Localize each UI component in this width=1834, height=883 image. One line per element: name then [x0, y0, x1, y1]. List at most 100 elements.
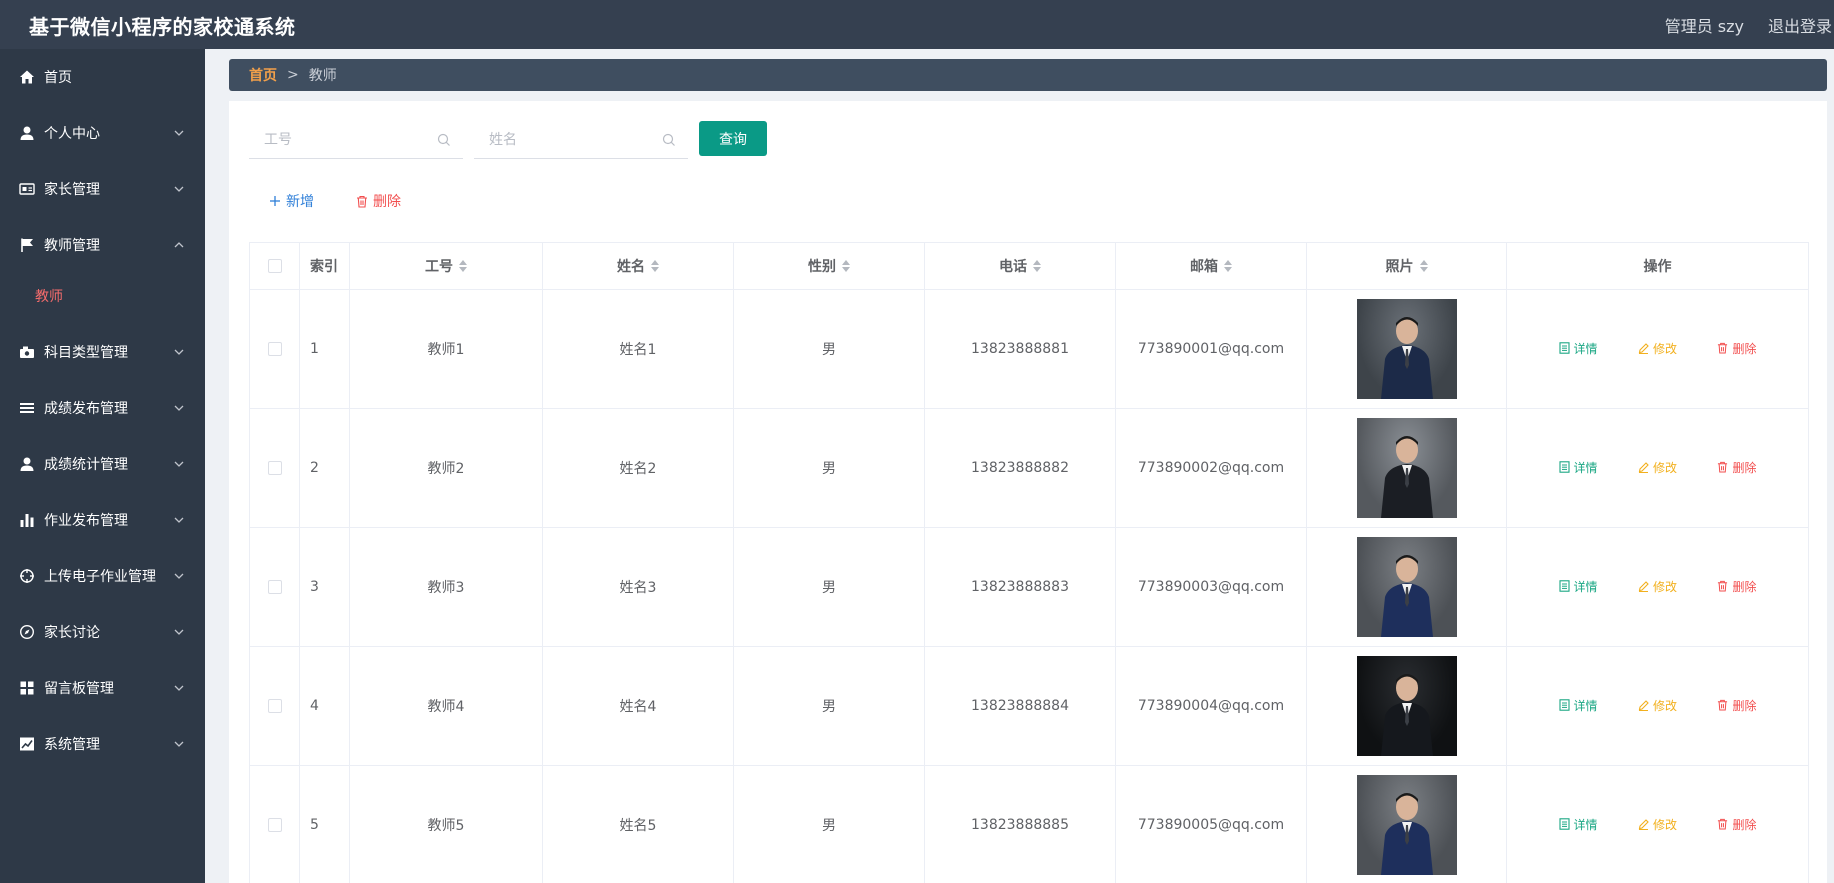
user-icon	[19, 456, 35, 472]
cell-email: 773890001@qq.com	[1115, 289, 1307, 409]
chevron-down-icon	[174, 461, 184, 467]
select-all-checkbox[interactable]	[267, 259, 282, 273]
row-delete-button[interactable]: 删除	[1717, 340, 1756, 357]
teacher-photo[interactable]	[1356, 537, 1457, 637]
sort-icon[interactable]	[1224, 260, 1232, 272]
header-select-all	[249, 242, 300, 290]
search-icon	[662, 133, 675, 146]
trend-chart-icon	[19, 736, 35, 752]
add-button-label: 新增	[286, 194, 314, 210]
teacher-photo[interactable]	[1356, 775, 1457, 875]
row-delete-button[interactable]: 删除	[1717, 459, 1756, 476]
chevron-down-icon	[174, 130, 184, 136]
id-search-input[interactable]	[249, 121, 439, 159]
cell-ops: 详情 修改 删除	[1506, 408, 1809, 528]
row-checkbox[interactable]	[267, 818, 282, 832]
header-phone[interactable]: 电话	[924, 242, 1116, 290]
delete-label: 删除	[1732, 817, 1757, 832]
sidebar-item-label: 成绩发布管理	[44, 401, 128, 417]
sort-icon[interactable]	[1033, 260, 1041, 272]
breadcrumb-home[interactable]: 首页	[249, 65, 277, 85]
sort-icon[interactable]	[1419, 260, 1428, 272]
sort-icon[interactable]	[651, 260, 659, 272]
add-button[interactable]: 新增	[269, 191, 314, 211]
table-row: 2 教师2 姓名2 男 13823888882 773890002@qq.com	[249, 408, 1809, 528]
document-icon	[1558, 818, 1570, 830]
main-panel: 查询 新增 删除 索引 工号 姓名 性别 电话	[229, 101, 1827, 883]
chevron-down-icon	[174, 629, 184, 635]
detail-button[interactable]: 详情	[1558, 340, 1598, 357]
sidebar-item-score-publish[interactable]: 成绩发布管理	[0, 380, 205, 436]
detail-label: 详情	[1573, 579, 1598, 594]
row-select-cell	[249, 408, 300, 528]
sort-icon[interactable]	[842, 260, 850, 272]
batch-delete-button[interactable]: 删除	[356, 191, 401, 211]
document-icon	[1558, 699, 1570, 711]
detail-label: 详情	[1573, 817, 1598, 832]
grid-icon	[19, 680, 35, 696]
sort-icon[interactable]	[459, 260, 467, 272]
table-row: 4 教师4 姓名4 男 13823888884 773890004@qq.com	[249, 646, 1809, 766]
detail-button[interactable]: 详情	[1558, 578, 1598, 595]
sidebar-item-home[interactable]: 首页	[0, 49, 205, 105]
trash-icon	[1718, 462, 1728, 473]
cell-phone: 13823888885	[924, 765, 1116, 883]
compass-icon	[19, 624, 35, 640]
sidebar-item-homework-publish[interactable]: 作业发布管理	[0, 492, 205, 548]
teacher-photo[interactable]	[1356, 418, 1457, 518]
query-button[interactable]: 查询	[699, 121, 767, 156]
sidebar-item-upload-homework[interactable]: 上传电子作业管理	[0, 548, 205, 604]
edit-label: 修改	[1652, 699, 1677, 714]
header-email[interactable]: 邮箱	[1115, 242, 1307, 290]
edit-button[interactable]: 修改	[1638, 578, 1677, 595]
row-checkbox[interactable]	[267, 461, 282, 475]
teacher-photo[interactable]	[1356, 656, 1457, 756]
delete-label: 删除	[1732, 341, 1757, 356]
edit-button[interactable]: 修改	[1638, 340, 1677, 357]
row-delete-button[interactable]: 删除	[1717, 578, 1756, 595]
row-checkbox[interactable]	[267, 699, 282, 713]
row-delete-button[interactable]: 删除	[1717, 816, 1756, 833]
detail-button[interactable]: 详情	[1558, 697, 1598, 714]
edit-button[interactable]: 修改	[1638, 697, 1677, 714]
row-select-cell	[249, 765, 300, 883]
cell-gender: 男	[733, 408, 925, 528]
sidebar-item-score-statistics[interactable]: 成绩统计管理	[0, 436, 205, 492]
sidebar-item-system-management[interactable]: 系统管理	[0, 716, 205, 772]
cell-photo	[1306, 646, 1507, 766]
header-name[interactable]: 姓名	[542, 242, 734, 290]
sidebar-item-personal-center[interactable]: 个人中心	[0, 105, 205, 161]
header-gender[interactable]: 性别	[733, 242, 925, 290]
document-icon	[1558, 461, 1570, 473]
detail-button[interactable]: 详情	[1558, 459, 1598, 476]
row-checkbox[interactable]	[267, 342, 282, 356]
cell-photo	[1306, 289, 1507, 409]
chevron-down-icon	[174, 405, 184, 411]
sidebar-item-parent-management[interactable]: 家长管理	[0, 161, 205, 217]
edit-button[interactable]: 修改	[1638, 816, 1677, 833]
sidebar-item-subject-type[interactable]: 科目类型管理	[0, 324, 205, 380]
detail-button[interactable]: 详情	[1558, 816, 1598, 833]
cell-email: 773890005@qq.com	[1115, 765, 1307, 883]
sidebar-item-label: 成绩统计管理	[44, 457, 128, 473]
edit-button[interactable]: 修改	[1638, 459, 1677, 476]
cell-photo	[1306, 765, 1507, 883]
sidebar-item-teacher-management[interactable]: 教师管理	[0, 217, 205, 273]
sidebar-subitem-teacher[interactable]: 教师	[0, 273, 205, 319]
sidebar-item-message-board[interactable]: 留言板管理	[0, 660, 205, 716]
header-id[interactable]: 工号	[349, 242, 543, 290]
edit-label: 修改	[1652, 818, 1677, 833]
detail-label: 详情	[1573, 341, 1598, 356]
logout-link[interactable]: 退出登录	[1768, 13, 1832, 37]
cell-email: 773890003@qq.com	[1115, 527, 1307, 647]
teacher-photo[interactable]	[1356, 299, 1457, 399]
cell-phone: 13823888882	[924, 408, 1116, 528]
header-name-label: 姓名	[617, 259, 645, 275]
sidebar-item-parent-discussion[interactable]: 家长讨论	[0, 604, 205, 660]
pencil-icon	[1638, 819, 1649, 831]
row-delete-button[interactable]: 删除	[1717, 697, 1756, 714]
row-checkbox[interactable]	[267, 580, 282, 594]
header-photo[interactable]: 照片	[1306, 242, 1507, 290]
name-search-input[interactable]	[474, 121, 664, 159]
chevron-down-icon	[174, 573, 184, 579]
